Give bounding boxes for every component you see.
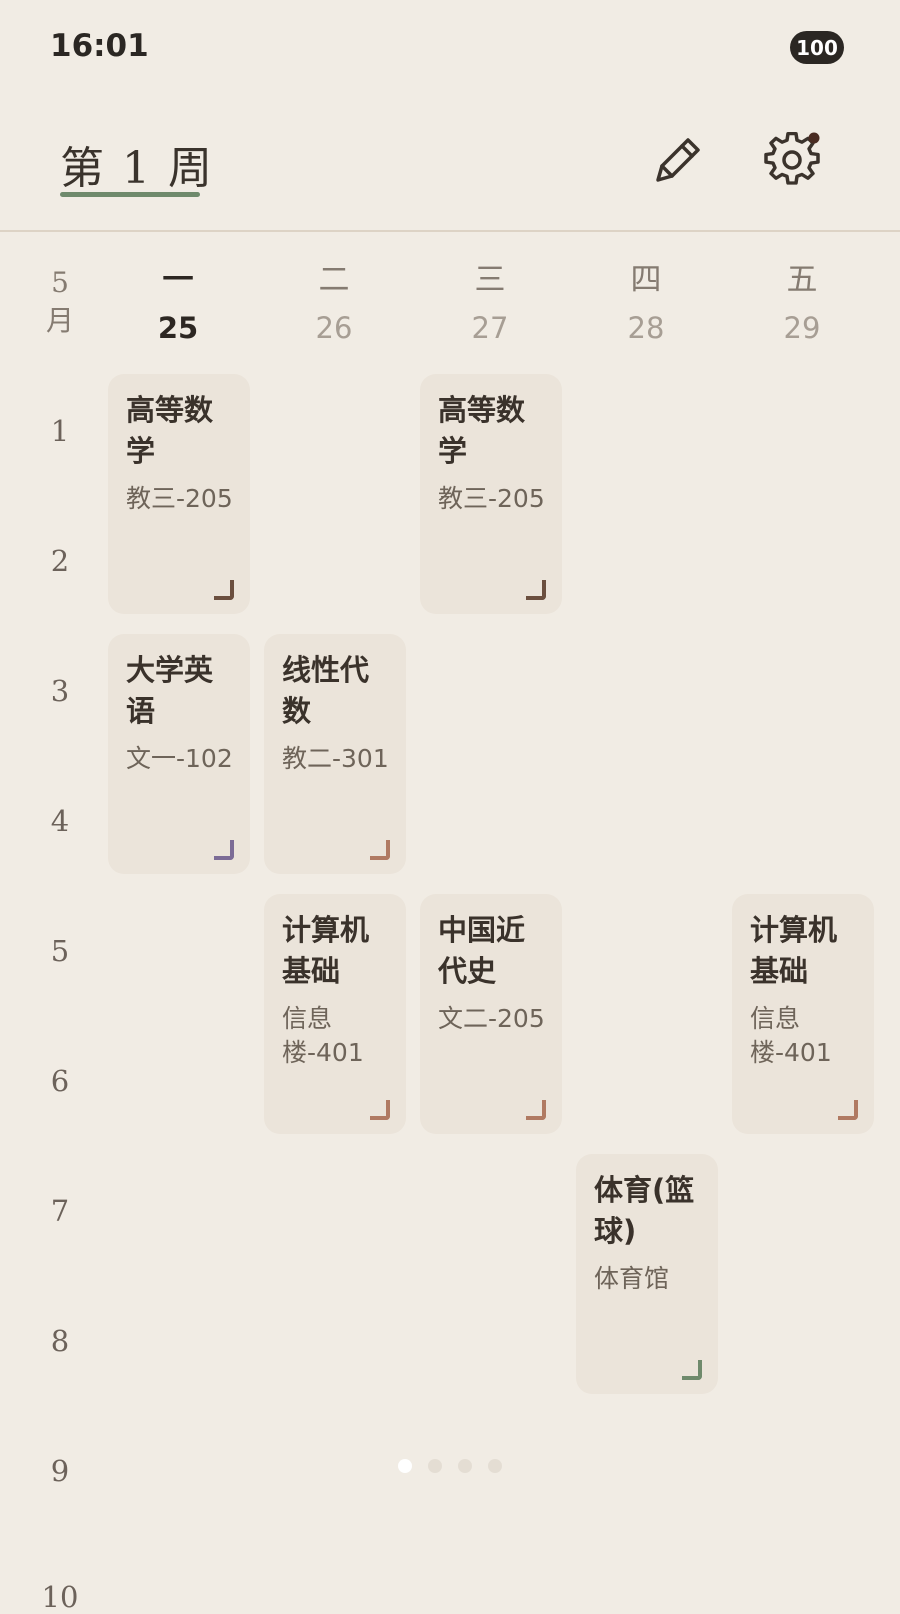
day-header-tue[interactable]: 二 26	[264, 255, 404, 345]
period-number: 10	[41, 1580, 79, 1614]
course-corner-mark	[682, 1360, 702, 1380]
period-number: 3	[50, 674, 70, 708]
course-card[interactable]: 高等数学 教三-205	[420, 374, 562, 614]
course-name: 大学英语	[126, 653, 214, 728]
course-corner-mark	[838, 1100, 858, 1120]
page-dot[interactable]	[488, 1459, 502, 1473]
period-number: 1	[50, 414, 70, 448]
period-number: 6	[50, 1064, 70, 1098]
course-name: 体育(篮球)	[594, 1173, 695, 1248]
course-room: 教二-301	[282, 744, 389, 773]
month-unit: 月	[45, 304, 74, 337]
course-card[interactable]: 大学英语 文一-102	[108, 634, 250, 874]
status-bar: 16:01 100	[0, 0, 900, 90]
course-corner-mark	[526, 580, 546, 600]
course-card[interactable]: 高等数学 教三-205	[108, 374, 250, 614]
course-name: 中国近代史	[438, 913, 526, 988]
day-name: 一	[162, 262, 194, 298]
course-card[interactable]: 体育(篮球) 体育馆	[576, 1154, 718, 1394]
period-number: 4	[50, 804, 70, 838]
course-room: 体育馆	[594, 1264, 670, 1293]
day-date: 25	[157, 311, 199, 345]
day-date: 27	[471, 311, 509, 345]
week-underline	[60, 192, 200, 197]
course-name: 计算机基础	[750, 913, 838, 988]
course-corner-mark	[370, 1100, 390, 1120]
day-date: 28	[627, 311, 665, 345]
course-card[interactable]: 计算机基础 信息楼-401	[264, 894, 406, 1134]
course-room: 信息楼-401	[282, 1004, 364, 1067]
settings-button[interactable]	[762, 130, 822, 190]
course-name: 高等数学	[126, 393, 214, 468]
gear-icon	[764, 131, 820, 185]
course-name: 高等数学	[438, 393, 526, 468]
day-name: 四	[630, 262, 662, 298]
status-time: 16:01	[50, 28, 149, 64]
day-name: 三	[474, 262, 506, 298]
period-number: 2	[50, 544, 70, 578]
day-date: 29	[783, 311, 821, 345]
header-divider	[0, 230, 900, 232]
course-card[interactable]: 中国近代史 文二-205	[420, 894, 562, 1134]
course-card[interactable]: 线性代数 教二-301	[264, 634, 406, 874]
pencil-icon	[656, 138, 700, 182]
day-header-wed[interactable]: 三 27	[420, 255, 560, 345]
month-number: 5	[51, 266, 69, 299]
course-name: 计算机基础	[282, 913, 370, 988]
notification-dot	[808, 132, 820, 144]
course-room: 教三-205	[126, 484, 233, 513]
course-room: 文一-102	[126, 744, 233, 773]
period-number: 5	[50, 934, 70, 968]
month-label: 5 月	[30, 264, 90, 340]
period-number: 9	[50, 1454, 70, 1488]
course-corner-mark	[214, 840, 234, 860]
course-room: 教三-205	[438, 484, 545, 513]
course-corner-mark	[370, 840, 390, 860]
page-dot[interactable]	[458, 1459, 472, 1473]
course-card[interactable]: 计算机基础 信息楼-401	[732, 894, 874, 1134]
header: 第 1 周	[0, 90, 900, 230]
course-room: 文二-205	[438, 1004, 545, 1033]
page-dot[interactable]	[428, 1459, 442, 1473]
course-corner-mark	[526, 1100, 546, 1120]
page-dot[interactable]	[398, 1459, 412, 1473]
period-number: 7	[50, 1194, 70, 1228]
day-header-fri[interactable]: 五 29	[732, 255, 872, 345]
day-header-thu[interactable]: 四 28	[576, 255, 716, 345]
edit-button[interactable]	[648, 130, 708, 190]
week-selector[interactable]: 第 1 周	[60, 132, 214, 196]
battery-indicator: 100	[790, 31, 844, 64]
period-number: 8	[50, 1324, 70, 1358]
course-corner-mark	[214, 580, 234, 600]
day-name: 五	[786, 262, 818, 298]
day-date: 26	[315, 311, 353, 345]
course-room: 信息楼-401	[750, 1004, 832, 1067]
day-name: 二	[318, 262, 350, 298]
page-indicator	[398, 1459, 502, 1473]
day-header-mon[interactable]: 一 25	[108, 255, 248, 345]
course-name: 线性代数	[282, 653, 370, 728]
